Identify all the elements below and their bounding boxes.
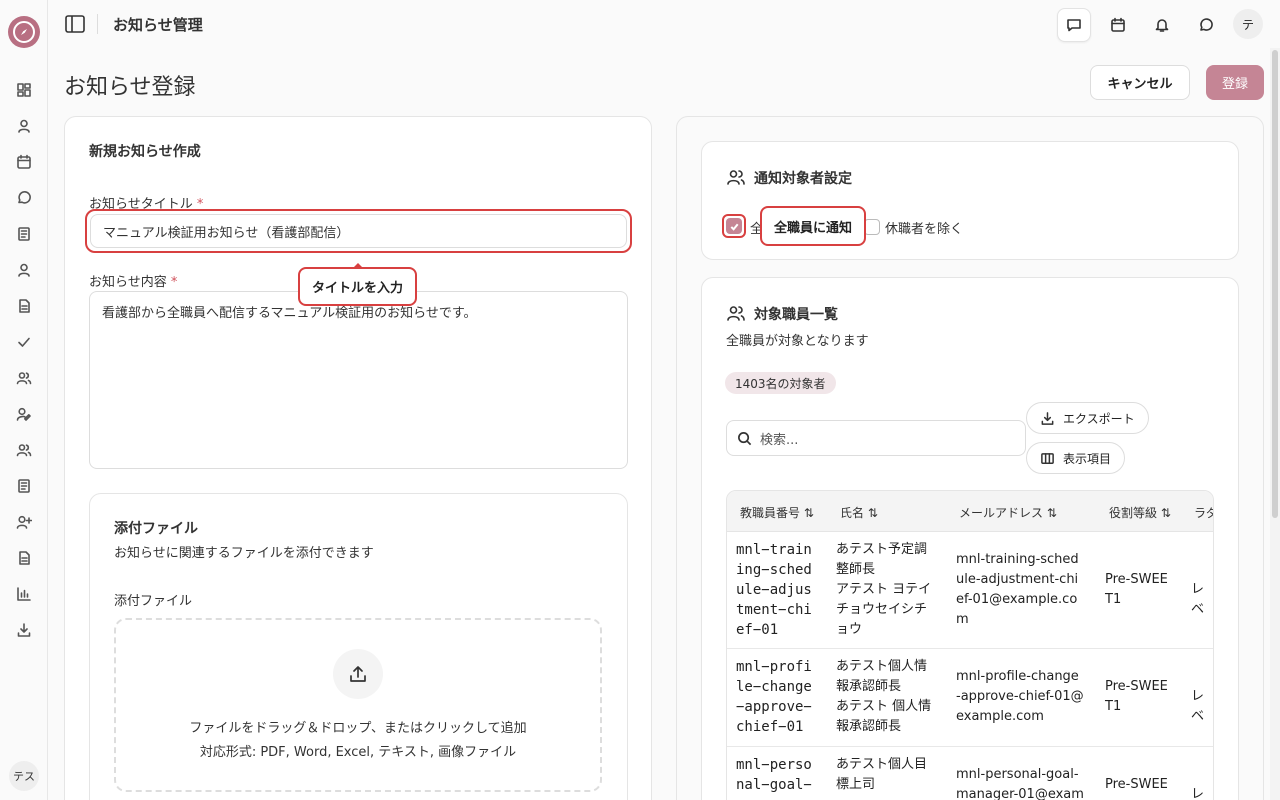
chart-icon[interactable] [14, 584, 34, 604]
header-email[interactable]: メールアドレス ⇅ [959, 504, 1057, 521]
content-label: お知らせ内容 * [89, 271, 177, 290]
dropzone-formats: 対応形式: PDF, Word, Excel, テキスト, 画像ファイル [199, 745, 517, 760]
cell-staff-id: mnl−profi le−change −approve− chief−01 [736, 659, 812, 735]
attachment-card: 添付ファイル お知らせに関連するファイルを添付できます 添付ファイル ファイルを… [89, 493, 628, 800]
cell-name: あテスト個人目 標上司 [836, 757, 928, 792]
user-avatar[interactable]: テ [1233, 9, 1263, 39]
app-logo[interactable] [8, 16, 40, 48]
cell-ladder: レベ [1191, 787, 1205, 800]
team-icon[interactable] [14, 440, 34, 460]
calendar-icon[interactable] [14, 152, 34, 172]
table-row[interactable]: mnl−train ing−sched ule−adjus tment−chi ef−0… [727, 532, 1213, 649]
cell-name: あテスト個人情 報承認師長 あテスト 個人情 報承認師長 [836, 659, 932, 734]
users-icon[interactable] [14, 368, 34, 388]
notice-form-card: 新規お知らせ作成 お知らせタイトル * マニュアル検証用お知らせ（看護部配信） … [64, 116, 652, 800]
topbar-divider [97, 14, 98, 34]
cell-role: Pre-SWEE [1105, 777, 1168, 792]
users-icon [727, 306, 745, 321]
exclude-leave-label: 休職者を除く [885, 222, 964, 237]
cell-name: あテスト予定調 整師長 アテスト ヨテイ チョウセイシチ ョウ [836, 542, 932, 637]
list-icon[interactable] [14, 476, 34, 496]
header-staff-id[interactable]: 教職員番号 ⇅ [740, 504, 814, 521]
exclude-leave-checkbox[interactable] [864, 219, 880, 235]
staff-table: 教職員番号 ⇅ 氏名 ⇅ メールアドレス ⇅ 役割等級 ⇅ ラダ mnl−tra… [726, 490, 1214, 800]
table-header: 教職員番号 ⇅ 氏名 ⇅ メールアドレス ⇅ 役割等級 ⇅ ラダ [727, 491, 1213, 532]
required-mark: * [170, 275, 178, 290]
page-scrollbar[interactable] [1270, 48, 1280, 800]
columns-button[interactable]: 表示項目 [1026, 442, 1126, 474]
user-add-icon[interactable] [14, 512, 34, 532]
title-tooltip-text: タイトルを入力 [311, 281, 403, 296]
file-dropzone[interactable]: ファイルをドラッグ＆ドロップ、またはクリックして追加 対応形式: PDF, Wo… [114, 618, 602, 792]
search-icon [738, 431, 752, 445]
sidebar-user-avatar[interactable]: テス [9, 761, 39, 791]
cell-ladder: レベ [1191, 689, 1205, 724]
cell-email: mnl-personal-goal-manager-01@exam [956, 767, 1084, 800]
staff-list-description: 全職員が対象となります [726, 334, 869, 349]
export-label: エクスポート [1063, 411, 1135, 426]
cell-email: mnl-profile-change -approve-chief-01@ exam… [956, 669, 1084, 724]
title-input[interactable]: マニュアル検証用お知らせ（看護部配信） [90, 214, 627, 248]
chat-icon[interactable] [14, 188, 34, 208]
table-row[interactable]: mnl−profi le−change −approve− chief−01 あテスト… [727, 649, 1213, 747]
search-placeholder: 検索... [760, 432, 799, 448]
download-icon [1041, 411, 1054, 425]
export-button[interactable]: エクスポート [1026, 402, 1149, 434]
document-icon[interactable] [14, 296, 34, 316]
submit-button[interactable]: 登録 [1206, 65, 1264, 100]
attachment-description: お知らせに関連するファイルを添付できます [114, 546, 374, 561]
attachment-title: 添付ファイル [114, 521, 198, 537]
upload-icon [333, 649, 383, 699]
calendar-top-icon[interactable] [1101, 8, 1135, 42]
check-icon[interactable] [14, 332, 34, 352]
bell-icon[interactable] [1145, 8, 1179, 42]
cell-role: Pre-SWEE T1 [1105, 679, 1168, 714]
staff-list-title: 対象職員一覧 [754, 307, 838, 323]
scrollbar-thumb[interactable] [1272, 50, 1278, 518]
file-icon[interactable] [14, 548, 34, 568]
table-row[interactable]: mnl−perso nal−goal− あテスト個人目 標上司 mnl-person… [727, 747, 1213, 800]
title-tooltip: タイトルを入力 [298, 263, 417, 306]
notify-all-tooltip: 全職員に通知 [760, 206, 866, 246]
content-label-text: お知らせ内容 [89, 275, 167, 290]
content-textarea[interactable]: 看護部から全職員へ配信するマニュアル検証用のお知らせです。 [89, 291, 628, 469]
sidebar: テス [0, 0, 48, 800]
user-icon[interactable] [14, 116, 34, 136]
sidebar-toggle-icon[interactable] [64, 13, 86, 35]
cell-staff-id: mnl−train ing−sched ule−adjus tment−chi ef−0… [736, 542, 812, 638]
topbar: お知らせ管理 テ [48, 0, 1280, 48]
cell-ladder: レベ [1191, 582, 1205, 617]
columns-label: 表示項目 [1063, 451, 1112, 466]
cancel-button[interactable]: キャンセル [1090, 65, 1190, 100]
cell-role: Pre-SWEE T1 [1105, 572, 1168, 607]
app-title: お知らせ管理 [113, 16, 203, 34]
search-input[interactable]: 検索... [726, 420, 1026, 456]
checkmark-icon [730, 223, 738, 231]
target-settings-title: 通知対象者設定 [754, 171, 852, 187]
attachment-field-label: 添付ファイル [114, 594, 193, 609]
cell-staff-id: mnl−perso nal−goal− [736, 757, 812, 793]
dropzone-instruction: ファイルをドラッグ＆ドロップ、またはクリックして追加 [189, 721, 527, 736]
form-section-title: 新規お知らせ作成 [89, 144, 201, 160]
users-icon [727, 170, 745, 185]
cell-email: mnl-training-sched ule-adjustment-chi ef-0… [956, 552, 1079, 627]
user-edit-icon[interactable] [14, 404, 34, 424]
dashboard-icon[interactable] [14, 80, 34, 100]
chat-bubble-icon[interactable] [1189, 8, 1223, 42]
header-name[interactable]: 氏名 ⇅ [840, 504, 878, 521]
notify-all-checkbox[interactable] [726, 218, 742, 234]
header-ladder[interactable]: ラダ [1194, 504, 1213, 521]
tooltip-arrow [351, 263, 364, 269]
download-icon[interactable] [14, 620, 34, 640]
page-title: お知らせ登録 [64, 75, 196, 100]
header-role[interactable]: 役割等級 ⇅ [1109, 504, 1171, 521]
message-icon[interactable] [1057, 8, 1091, 42]
profile-icon[interactable] [14, 260, 34, 280]
target-count-badge: 1403名の対象者 [725, 372, 836, 394]
columns-icon [1041, 452, 1054, 464]
notebook-icon[interactable] [14, 224, 34, 244]
